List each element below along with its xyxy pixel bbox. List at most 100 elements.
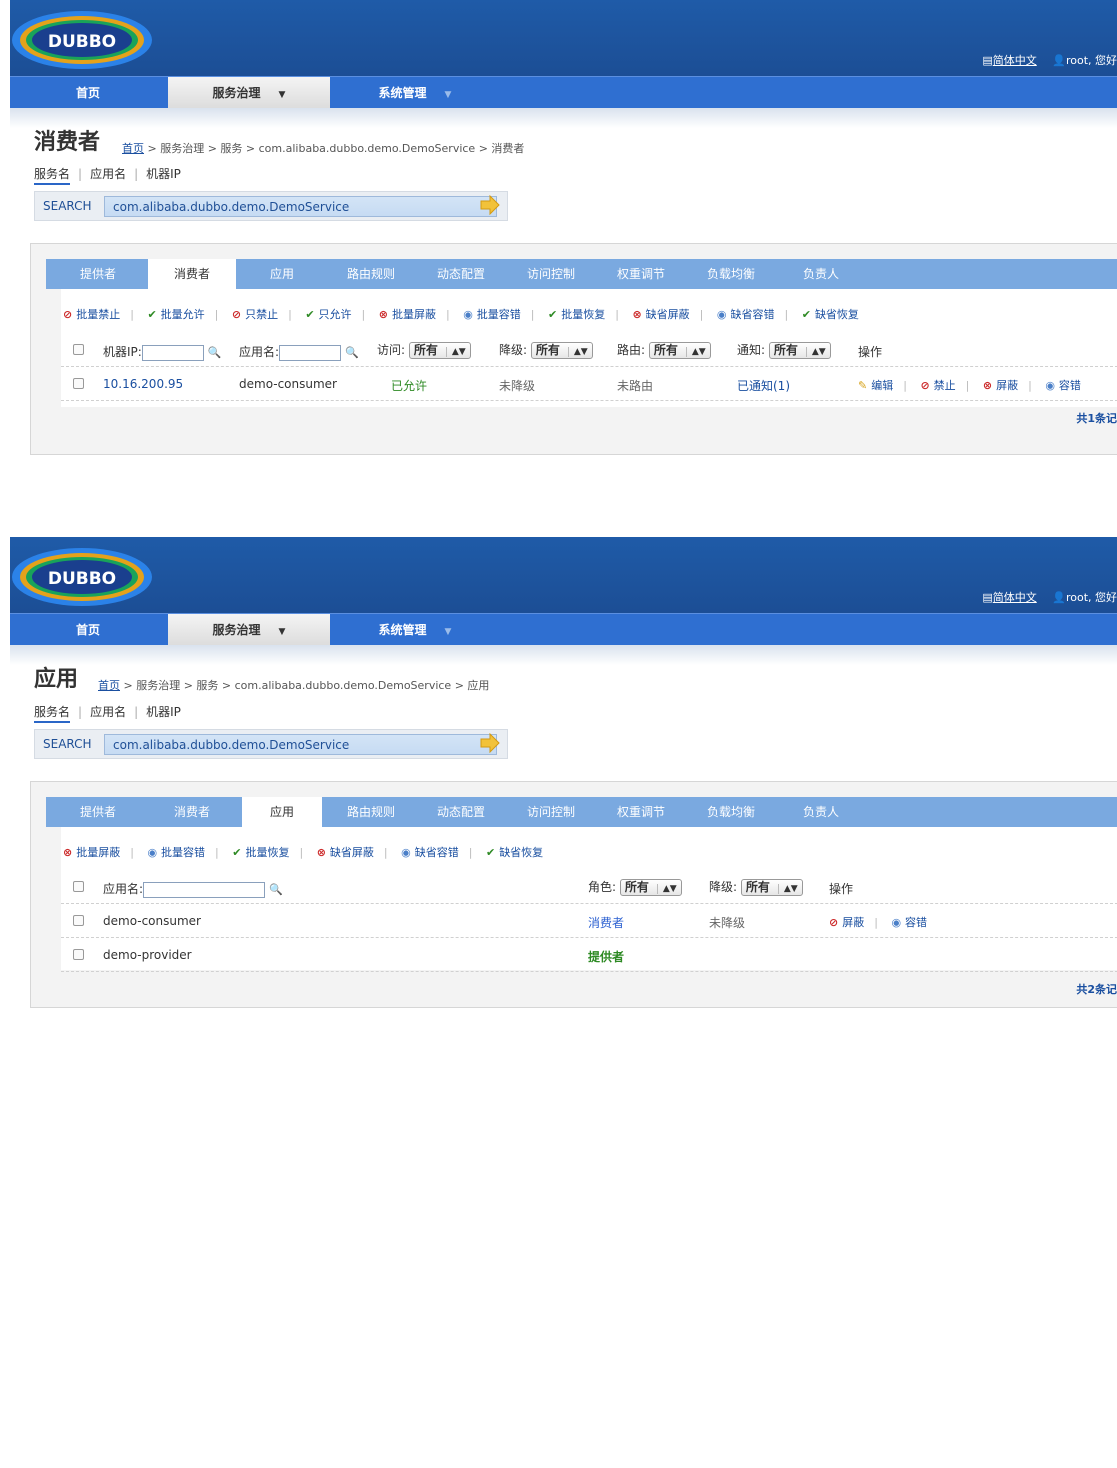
row-checkbox[interactable]	[73, 378, 84, 389]
nav-governance[interactable]: 服务治理 ▼	[168, 614, 330, 646]
tab-app-name[interactable]: 应用名	[90, 705, 126, 719]
row-app: demo-consumer	[103, 914, 201, 928]
only-allow-button[interactable]: ✔ 只允许	[305, 308, 351, 321]
tab-consumers[interactable]: 消费者	[148, 259, 236, 290]
row-degrade: 未降级	[499, 379, 536, 393]
batch-allow-button[interactable]: ✔ 批量允许	[147, 308, 204, 321]
row-role-link[interactable]: 提供者	[588, 948, 624, 965]
table-row: 10.16.200.95 demo-consumer 已允许 未降级 未路由 已…	[61, 367, 1117, 401]
tab-owners[interactable]: 负责人	[781, 259, 861, 289]
default-shield-button[interactable]: ⊗ 缺省屏蔽	[317, 846, 374, 859]
only-forbid-button[interactable]: ⊘ 只禁止	[232, 308, 278, 321]
tab-overrides[interactable]: 动态配置	[421, 259, 501, 289]
tab-applications[interactable]: 应用	[242, 259, 322, 289]
consumer-screenshot: DUBBO ▤简体中文 👤root, 您好 首页 服务治理 ▼ 系统管理 ▼ 消费者…	[0, 0, 1117, 470]
nav-home[interactable]: 首页	[10, 77, 166, 109]
degrade-select[interactable]: 所有 ▲▼	[530, 342, 593, 359]
breadcrumb-path: > 服务治理 > 服务 > com.alibaba.dubbo.demo.Dem…	[144, 142, 525, 155]
nav-home[interactable]: 首页	[10, 614, 166, 646]
shield-button[interactable]: ⊗ 屏蔽	[983, 379, 1018, 392]
ip-filter-input[interactable]	[141, 344, 204, 361]
nav-governance[interactable]: 服务治理 ▼	[168, 77, 330, 109]
breadcrumb-home[interactable]: 首页	[122, 142, 144, 155]
row-access: 已允许	[391, 379, 428, 393]
tab-providers[interactable]: 提供者	[58, 797, 138, 827]
tab-machine-ip[interactable]: 机器IP	[146, 705, 181, 719]
tab-overrides[interactable]: 动态配置	[421, 797, 501, 827]
default-tolerant-button[interactable]: ◉ 缺省容错	[717, 308, 775, 321]
page-title: 消费者	[34, 130, 101, 155]
degrade-select[interactable]: 所有 ▲▼	[740, 879, 803, 896]
notify-select[interactable]: 所有 ▲▼	[768, 342, 831, 359]
batch-forbid-button[interactable]: ⊘ 批量禁止	[63, 308, 120, 321]
dubbo-logo[interactable]: DUBBO	[10, 541, 160, 607]
batch-tolerant-button[interactable]: ◉ 批量容错	[463, 308, 521, 321]
role-select[interactable]: 所有 ▲▼	[619, 879, 682, 896]
search-icon[interactable]: 🔍	[345, 346, 359, 359]
batch-recover-button[interactable]: ✔ 批量恢复	[548, 308, 605, 321]
table-row: demo-provider 提供者	[61, 938, 1117, 972]
breadcrumb-home[interactable]: 首页	[98, 679, 120, 692]
tab-owners[interactable]: 负责人	[781, 797, 861, 827]
tab-service-name[interactable]: 服务名	[34, 167, 71, 185]
chevron-down-icon: ▼	[278, 627, 286, 637]
tab-applications[interactable]: 应用	[242, 797, 322, 828]
nav-system[interactable]: 系统管理 ▼	[340, 614, 490, 646]
tab-providers[interactable]: 提供者	[58, 259, 138, 289]
shield-button[interactable]: ⊘ 屏蔽	[829, 916, 864, 929]
breadcrumb-path: > 服务治理 > 服务 > com.alibaba.dubbo.demo.Dem…	[120, 679, 490, 692]
batch-shield-button[interactable]: ⊗ 批量屏蔽	[63, 846, 120, 859]
language-link[interactable]: 简体中文	[993, 591, 1037, 604]
arrow-right-icon[interactable]	[479, 195, 501, 215]
access-select[interactable]: 所有 ▲▼	[408, 342, 471, 359]
gear-icon: ◉	[1045, 379, 1055, 392]
tab-weights[interactable]: 权重调节	[601, 259, 681, 289]
user-greeting: root, 您好	[1065, 54, 1117, 67]
tab-consumers[interactable]: 消费者	[148, 797, 236, 827]
search-input[interactable]: com.alibaba.dubbo.demo.DemoService	[104, 734, 497, 755]
row-notify-link[interactable]: 已通知(1)	[737, 377, 790, 394]
tab-routes[interactable]: 路由规则	[331, 259, 411, 289]
tab-machine-ip[interactable]: 机器IP	[146, 167, 181, 181]
application-panel: 提供者 消费者 应用 路由规则 动态配置 访问控制 权重调节 负载均衡 负责人 …	[30, 781, 1117, 1008]
tolerant-button[interactable]: ◉ 容错	[891, 916, 927, 929]
language-link[interactable]: 简体中文	[993, 54, 1037, 67]
tab-app-name[interactable]: 应用名	[90, 167, 126, 181]
default-shield-button[interactable]: ⊗ 缺省屏蔽	[632, 308, 689, 321]
tab-routes[interactable]: 路由规则	[331, 797, 411, 827]
batch-tolerant-button[interactable]: ◉ 批量容错	[147, 846, 205, 859]
search-icon[interactable]: 🔍	[269, 883, 283, 896]
route-select[interactable]: 所有 ▲▼	[648, 342, 711, 359]
header-user-area: ▤简体中文 👤root, 您好	[982, 589, 1117, 605]
tab-service-name[interactable]: 服务名	[34, 705, 71, 723]
tab-access[interactable]: 访问控制	[511, 259, 591, 289]
search-icon[interactable]: 🔍	[208, 346, 222, 359]
select-all-checkbox[interactable]	[73, 344, 84, 355]
row-checkbox[interactable]	[73, 949, 84, 960]
batch-recover-button[interactable]: ✔ 批量恢复	[232, 846, 289, 859]
tab-loadbalance[interactable]: 负载均衡	[691, 259, 771, 289]
default-tolerant-button[interactable]: ◉ 缺省容错	[401, 846, 459, 859]
app-filter-input[interactable]	[143, 881, 266, 898]
search-input[interactable]: com.alibaba.dubbo.demo.DemoService	[104, 196, 497, 217]
tab-access[interactable]: 访问控制	[511, 797, 591, 827]
select-all-checkbox[interactable]	[73, 881, 84, 892]
chevron-down-icon: ▼	[278, 90, 286, 100]
language-icon: ▤	[982, 591, 993, 604]
row-role-link[interactable]: 消费者	[588, 914, 624, 931]
nav-system[interactable]: 系统管理 ▼	[340, 77, 490, 109]
app-filter-input[interactable]	[279, 344, 342, 361]
default-recover-button[interactable]: ✔ 缺省恢复	[486, 846, 543, 859]
tab-loadbalance[interactable]: 负载均衡	[691, 797, 771, 827]
breadcrumb: 首页 > 服务治理 > 服务 > com.alibaba.dubbo.demo.…	[98, 677, 489, 693]
tolerant-button[interactable]: ◉ 容错	[1045, 379, 1081, 392]
default-recover-button[interactable]: ✔ 缺省恢复	[802, 308, 859, 321]
tab-weights[interactable]: 权重调节	[601, 797, 681, 827]
edit-button[interactable]: ✎ 编辑	[858, 379, 893, 392]
row-ip-link[interactable]: 10.16.200.95	[103, 377, 183, 391]
batch-shield-button[interactable]: ⊗ 批量屏蔽	[379, 308, 436, 321]
forbid-button[interactable]: ⊘ 禁止	[920, 379, 955, 392]
arrow-right-icon[interactable]	[479, 733, 501, 753]
row-checkbox[interactable]	[73, 915, 84, 926]
dubbo-logo[interactable]: DUBBO	[10, 4, 160, 70]
